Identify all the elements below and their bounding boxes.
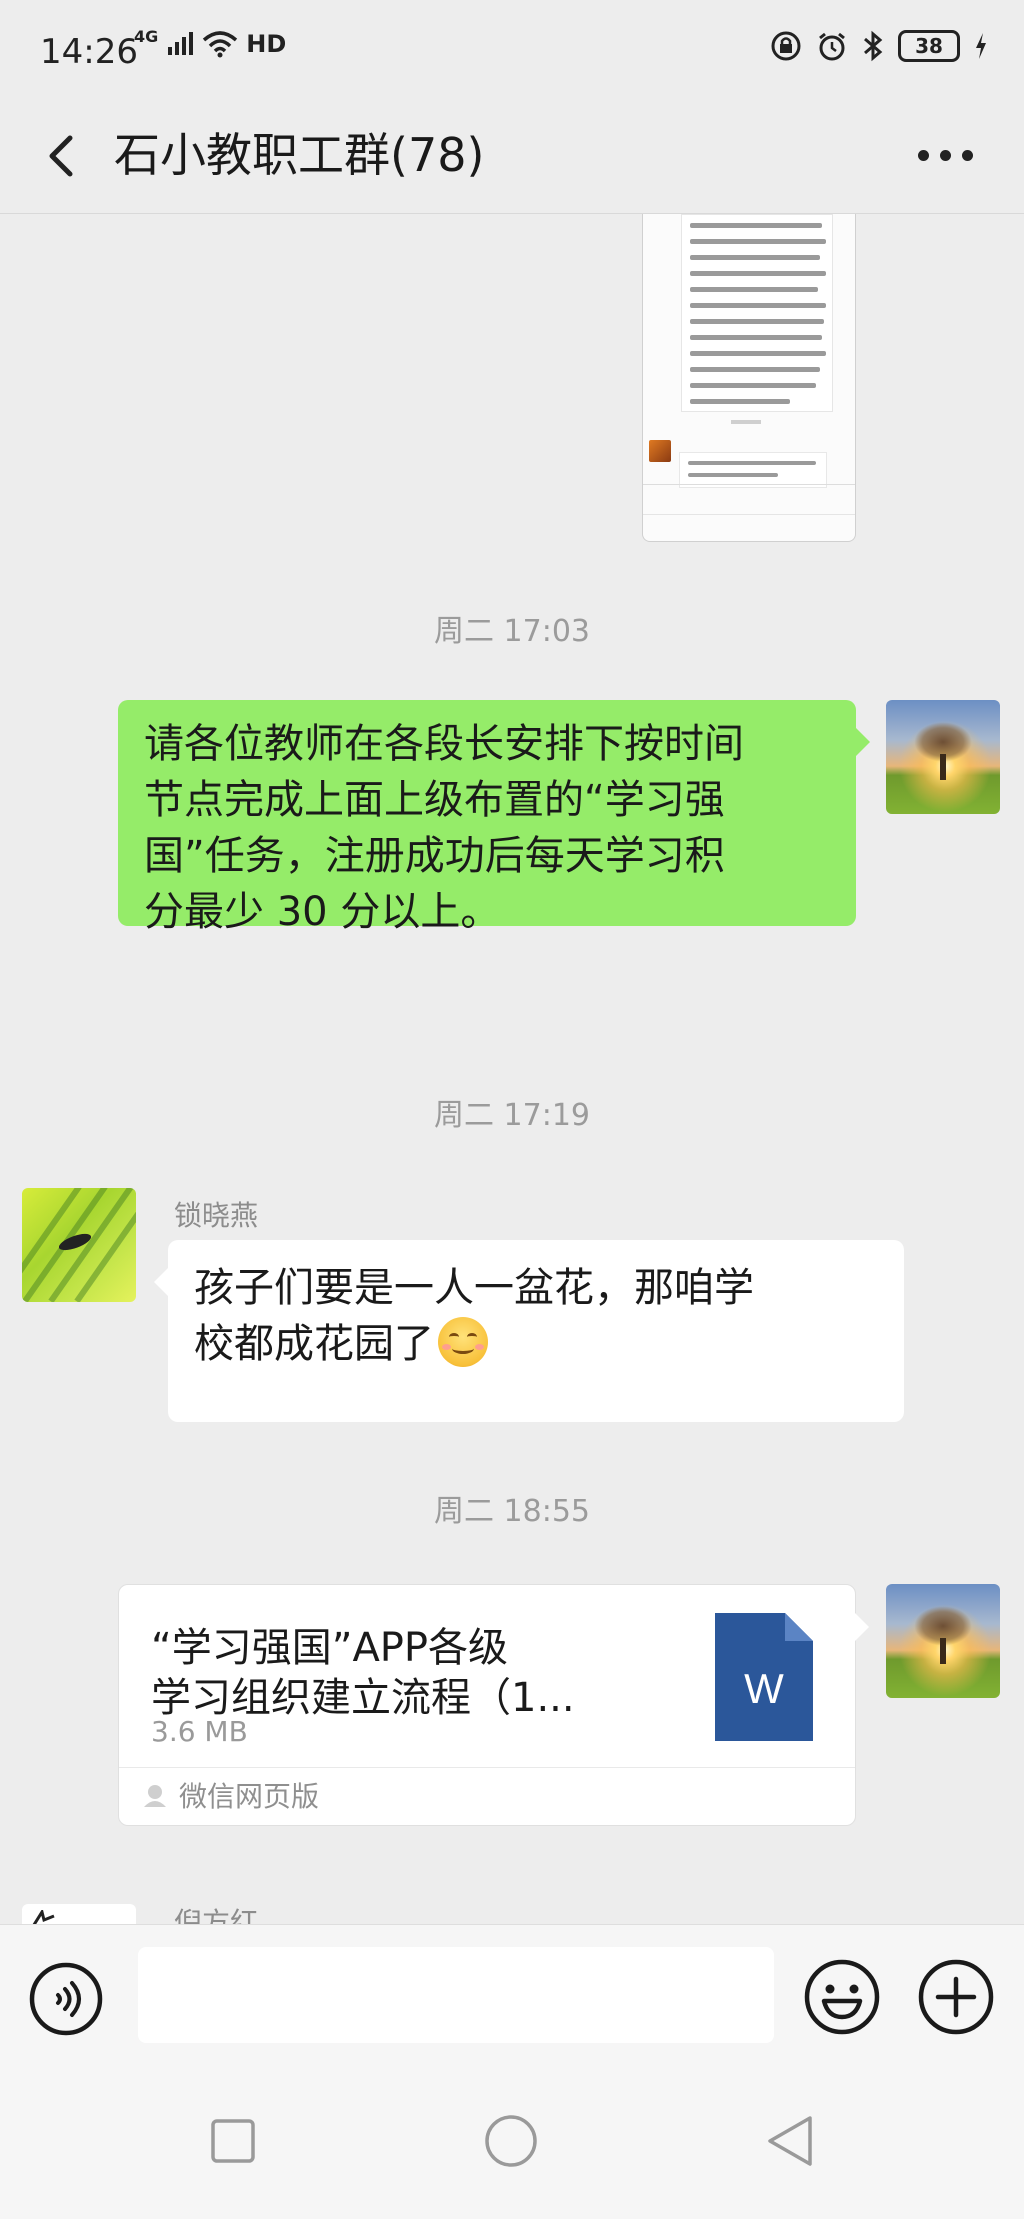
chevron-left-icon[interactable] (38, 124, 82, 188)
wifi-icon (203, 31, 238, 58)
thumb-bubble (679, 452, 827, 488)
thumb-avatar (649, 440, 671, 462)
thumb-line (690, 351, 826, 356)
thumb-line (690, 335, 822, 340)
message-line: 请各位教师在各段长安排下按时间 (144, 721, 744, 767)
message-line: 国”任务，注册成功后每天学习积 (144, 833, 725, 879)
file-card-divider (119, 1767, 855, 1768)
word-letter: W (744, 1665, 784, 1712)
file-name-line: “学习强国”APP各级 (151, 1625, 509, 1671)
thumb-input-bar (643, 484, 855, 514)
smiling-face-emoji-icon (438, 1317, 488, 1367)
bluetooth-icon (864, 30, 883, 62)
thumb-line (688, 473, 778, 477)
message-text: 校都成花园了 (194, 1321, 434, 1367)
voice-icon[interactable] (28, 1961, 104, 2037)
tree-trunk (940, 754, 946, 780)
status-left-icons: 4G HD (134, 26, 287, 59)
home-icon[interactable] (484, 2114, 538, 2168)
recents-icon[interactable] (210, 2118, 256, 2164)
message-line: 孩子们要是一人一盆花，那咱学 (194, 1265, 754, 1311)
emoji-mouth (452, 1343, 474, 1354)
network-type: 4G (134, 26, 159, 46)
image-message-thumbnail[interactable] (642, 214, 856, 542)
own-message-bubble[interactable]: 请各位教师在各段长安排下按时间 节点完成上面上级布置的“学习强 国”任务，注册成… (118, 700, 870, 935)
time-stamp: 周二 17:19 (434, 1098, 590, 1133)
file-source: 微信网页版 (179, 1780, 320, 1813)
thumb-line (690, 287, 818, 292)
dot (962, 150, 973, 161)
time-stamp: 周二 17:03 (434, 614, 590, 649)
thumb-line (690, 399, 790, 404)
partial-sender-name: 倪方红 (174, 1908, 258, 1924)
thumb-line (690, 255, 820, 260)
sender-avatar-partial[interactable] (22, 1904, 136, 1924)
wechat-web-icon (144, 1785, 166, 1807)
battery-icon: 38 (898, 30, 960, 62)
plus-icon[interactable] (916, 1957, 996, 2037)
chat-area[interactable]: 周二 17:03 请各位教师在各段长安排下按时间 节点完成上面上级布置的“学习强… (0, 214, 1024, 1924)
chat-title: 石小教职工群(78) (114, 128, 485, 182)
word-document-icon: W (715, 1613, 813, 1741)
sender-avatar[interactable] (22, 1188, 136, 1302)
message-line: 分最少 30 分以上。 (144, 889, 501, 935)
thumb-line (690, 239, 826, 244)
more-dots-icon[interactable] (916, 136, 976, 176)
chat-header: 石小教职工群(78) (0, 104, 1024, 214)
time-stamp: 周二 18:55 (434, 1494, 590, 1529)
message-input[interactable] (138, 1947, 774, 2043)
avatar-stripe (74, 1188, 136, 1302)
own-avatar[interactable] (886, 700, 1000, 814)
lock-rotation-icon (771, 31, 801, 61)
tree-trunk (940, 1638, 946, 1664)
status-right-icons: 38 (770, 30, 988, 62)
system-navigation-bar (0, 2064, 1024, 2219)
emoji-icon[interactable] (802, 1957, 882, 2037)
input-bar (0, 1924, 1024, 2064)
thumb-line (690, 383, 816, 388)
emoji-cheek (475, 1344, 484, 1350)
signal-icon (168, 32, 194, 55)
message-line: 节点完成上面上级布置的“学习强 (144, 777, 725, 823)
hd-icon: HD (246, 30, 287, 58)
dot (940, 150, 951, 161)
sender-name: 锁晓燕 (174, 1199, 259, 1232)
thumb-time (731, 420, 761, 424)
thumb-line (690, 223, 822, 228)
other-message-bubble[interactable]: 孩子们要是一人一盆花，那咱学 校都成花园了 (154, 1240, 904, 1422)
thumb-line (690, 303, 826, 308)
emoji-cheek (442, 1344, 451, 1350)
alarm-icon (819, 32, 845, 61)
thumb-line (690, 271, 826, 276)
status-time: 14:26 (40, 32, 138, 72)
message-line: 校都成花园了 (194, 1316, 882, 1372)
thumb-line (690, 367, 820, 372)
back-triangle-icon[interactable] (766, 2114, 814, 2168)
charging-icon (976, 33, 986, 59)
file-message-card[interactable]: “学习强国”APP各级 学习组织建立流程（1... 3.6 MB W 微信网页版 (118, 1584, 869, 1826)
file-name: “学习强国”APP各级 学习组织建立流程（1... (151, 1623, 661, 1723)
avatar-glyph-icon (32, 1910, 55, 1924)
thumb-line (690, 319, 824, 324)
dot (918, 150, 929, 161)
status-bar: 14:26 4G HD 38 (0, 0, 1024, 104)
thumb-line (688, 461, 816, 465)
thumb-nav-bar (643, 514, 855, 541)
own-avatar[interactable] (886, 1584, 1000, 1698)
thumbnail-document (681, 214, 833, 412)
file-size: 3.6 MB (151, 1715, 248, 1748)
